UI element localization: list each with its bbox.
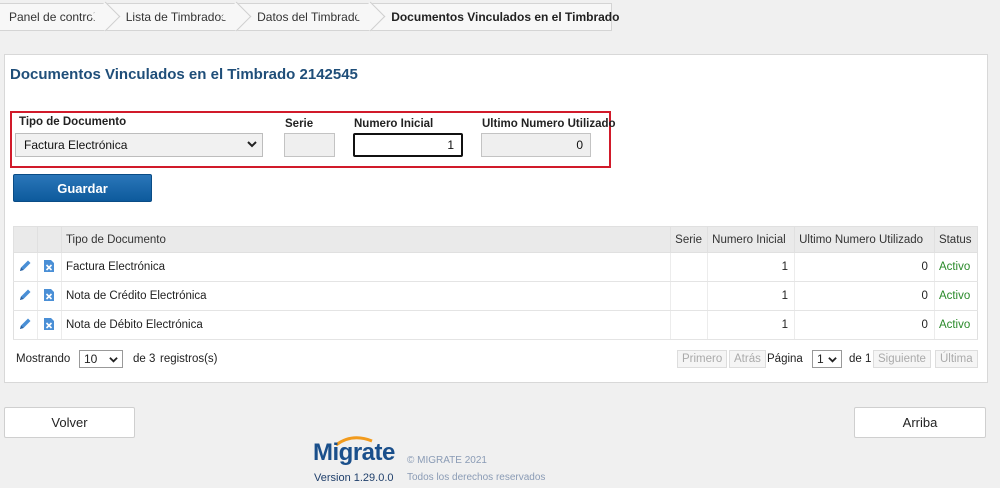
back-button[interactable]: Volver <box>4 407 135 438</box>
delete-cell[interactable] <box>36 252 62 282</box>
chevron-down-icon <box>247 141 257 148</box>
row-ultimo: 0 <box>794 281 935 311</box>
delete-file-icon[interactable] <box>43 317 55 331</box>
prev-page-button[interactable]: Atrás <box>729 350 766 368</box>
delete-file-icon[interactable] <box>43 288 55 302</box>
row-inicial: 1 <box>707 281 795 311</box>
row-status: Activo <box>933 252 979 282</box>
page-title: Documentos Vinculados en el Timbrado 214… <box>10 66 358 83</box>
edit-cell[interactable] <box>13 252 38 282</box>
next-page-button[interactable]: Siguiente <box>873 350 931 368</box>
row-inicial: 1 <box>707 310 795 340</box>
row-ultimo: 0 <box>794 310 935 340</box>
numero-inicial-input[interactable] <box>353 133 463 157</box>
total-records: 3 <box>149 353 156 365</box>
serie-input[interactable] <box>284 133 335 157</box>
ultimo-numero-input[interactable] <box>481 133 591 157</box>
header-serie[interactable]: Serie <box>670 226 709 253</box>
pencil-icon[interactable] <box>18 317 32 331</box>
header-status[interactable]: Status <box>933 226 979 253</box>
edit-cell[interactable] <box>13 310 38 340</box>
row-serie <box>670 310 708 340</box>
pagination-bar: Mostrando 10 de 3 registros(s) Primero A… <box>16 350 978 370</box>
row-tipo: Nota de Crédito Electrónica <box>60 281 671 311</box>
header-inicial[interactable]: Numero Inicial <box>707 226 796 253</box>
header-tipo[interactable]: Tipo de Documento <box>60 226 672 253</box>
header-ultimo[interactable]: Ultimo Numero Utilizado <box>794 226 935 253</box>
pencil-icon[interactable] <box>18 288 32 302</box>
row-status: Activo <box>933 281 979 311</box>
table-row: Nota de Débito Electrónica 1 0 Activo <box>13 310 979 340</box>
row-inicial: 1 <box>707 252 795 282</box>
table-row: Factura Electrónica 1 0 Activo <box>13 252 979 282</box>
header-delete <box>36 226 62 253</box>
row-serie <box>670 252 708 282</box>
footer-version: Version 1.29.0.0 <box>314 472 394 484</box>
table-header-row: Tipo de Documento Serie Numero Inicial U… <box>13 226 979 253</box>
tipo-documento-select[interactable]: Factura Electrónica <box>15 133 263 157</box>
row-ultimo: 0 <box>794 252 935 282</box>
chevron-down-icon <box>109 356 118 363</box>
numero-inicial-label: Numero Inicial <box>354 118 434 130</box>
top-button[interactable]: Arriba <box>854 407 986 438</box>
table-row: Nota de Crédito Electrónica 1 0 Activo <box>13 281 979 311</box>
delete-cell[interactable] <box>36 310 62 340</box>
document-form: Tipo de Documento Factura Electrónica Se… <box>10 111 616 168</box>
row-tipo: Nota de Débito Electrónica <box>60 310 671 340</box>
documents-table: Tipo de Documento Serie Numero Inicial U… <box>13 226 979 340</box>
breadcrumb-item-panel[interactable]: Panel de control <box>0 4 108 30</box>
first-page-button[interactable]: Primero <box>677 350 728 368</box>
page-select[interactable]: 1 <box>812 350 842 368</box>
breadcrumb-item-current: Documentos Vinculados en el Timbrado <box>391 10 620 24</box>
page-label: Página <box>767 353 803 365</box>
edit-cell[interactable] <box>13 281 38 311</box>
tipo-documento-label: Tipo de Documento <box>19 116 127 128</box>
last-page-button[interactable]: Última <box>935 350 978 368</box>
row-tipo: Factura Electrónica <box>60 252 671 282</box>
breadcrumb: Panel de control Lista de Timbrados Dato… <box>0 3 619 31</box>
header-edit <box>13 226 38 253</box>
delete-cell[interactable] <box>36 281 62 311</box>
page-size-select[interactable]: 10 <box>79 350 123 368</box>
breadcrumb-item-lista-timbrados[interactable]: Lista de Timbrados <box>108 4 239 30</box>
page-value: 1 <box>817 352 824 366</box>
pencil-icon[interactable] <box>18 259 32 273</box>
footer-rights: Todos los derechos reservados <box>407 472 546 483</box>
row-status: Activo <box>933 310 979 340</box>
chevron-down-icon <box>828 356 837 363</box>
page-total: 1 <box>865 353 872 365</box>
of-label: de <box>133 353 146 365</box>
footer-copyright: © MIGRATE 2021 <box>407 455 487 466</box>
showing-label: Mostrando <box>16 353 71 365</box>
footer-logo: Migrate <box>313 439 395 466</box>
serie-label: Serie <box>285 118 314 130</box>
delete-file-icon[interactable] <box>43 259 55 273</box>
row-serie <box>670 281 708 311</box>
page-of-label: de <box>849 353 862 365</box>
tipo-documento-value: Factura Electrónica <box>24 138 128 152</box>
page-size-value: 10 <box>84 352 98 366</box>
main-panel: Documentos Vinculados en el Timbrado 214… <box>4 54 988 383</box>
ultimo-numero-label: Ultimo Numero Utilizado <box>482 118 616 130</box>
breadcrumb-item-datos-timbrado[interactable]: Datos del Timbrado <box>239 4 373 30</box>
save-button[interactable]: Guardar <box>13 174 152 202</box>
records-label: registros(s) <box>160 353 218 365</box>
